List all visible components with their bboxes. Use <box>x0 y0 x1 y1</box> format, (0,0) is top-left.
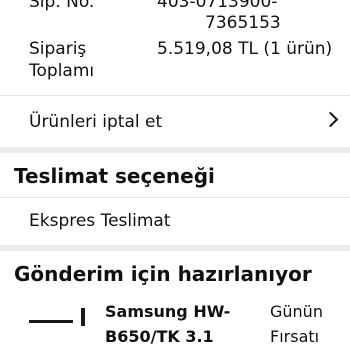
delivery-option-row: Ekspres Teslimat <box>0 198 350 244</box>
order-total-value: 5.519,08 TL (1 ürün) <box>157 39 333 59</box>
product-image[interactable] <box>29 308 91 328</box>
order-summary-card: Sip. No. 403-0713900- 7365153 Sipariş To… <box>0 0 350 92</box>
order-total-label-line2: Toplamı <box>29 61 95 81</box>
order-total-label-line1: Sipariş <box>29 39 87 59</box>
deal-badge-line1: Günün <box>270 302 323 321</box>
divider <box>0 95 350 96</box>
cancel-items-label: Ürünleri iptal et <box>29 112 163 132</box>
shipment-status-title: Gönderim için hazırlanıyor <box>14 262 312 286</box>
delivery-option-label: Ekspres Teslimat <box>29 211 171 231</box>
order-number-value-line2: 7365153 <box>205 13 281 33</box>
cancel-items-row[interactable]: Ürünleri iptal et <box>0 97 350 147</box>
delivery-section-title: Teslimat seçeneği <box>14 164 215 188</box>
order-number-label: Sip. No. <box>29 0 95 12</box>
section-separator <box>0 147 350 153</box>
subwoofer <box>81 308 85 326</box>
chevron-right-icon <box>322 111 339 128</box>
section-separator <box>0 245 350 251</box>
soundbar-body <box>29 320 73 323</box>
deal-badge-line2: Fırsatı <box>270 327 320 346</box>
product-title-line2[interactable]: B650/TK 3.1 <box>105 324 214 349</box>
product-title-line1[interactable]: Samsung HW- <box>105 299 230 324</box>
order-number-value-line1: 403-0713900- <box>157 0 278 12</box>
